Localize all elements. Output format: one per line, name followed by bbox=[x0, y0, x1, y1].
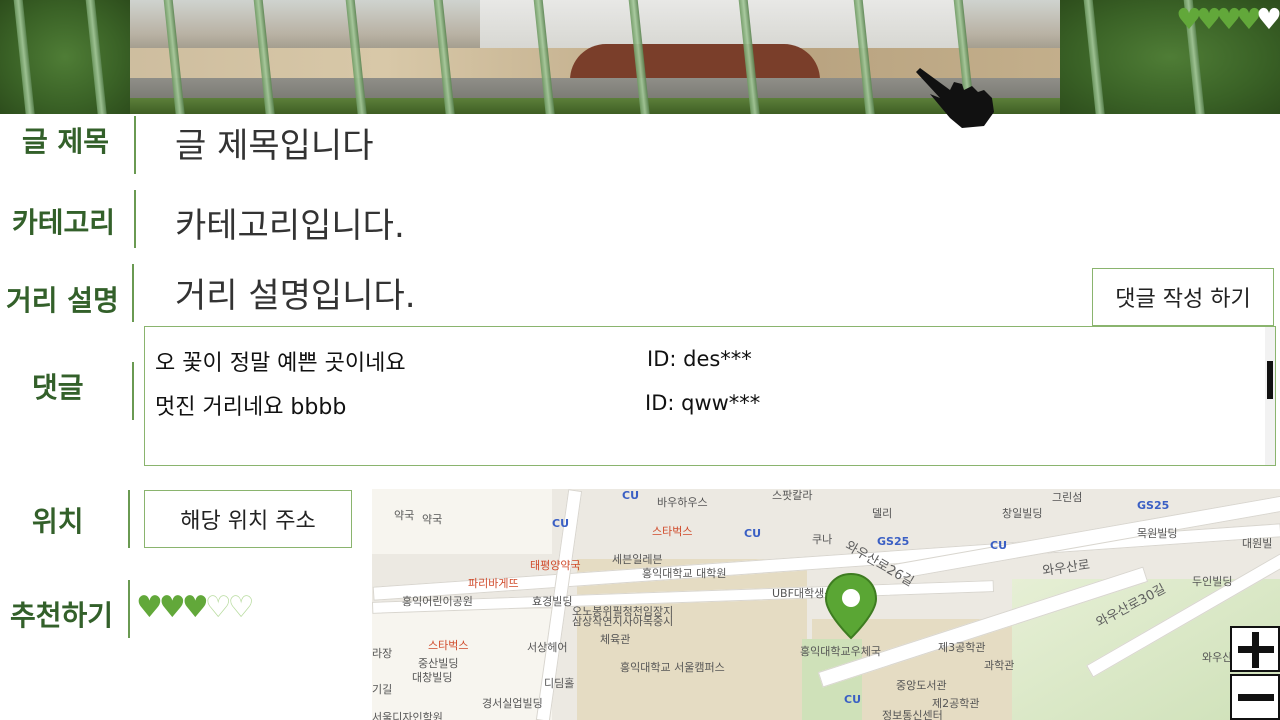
location-pin-icon bbox=[824, 572, 878, 640]
recommend-label: 추천하기 bbox=[10, 599, 114, 632]
heart-filled-icon[interactable]: ♥ bbox=[1196, 2, 1222, 36]
map-label: 제3공학관 bbox=[938, 641, 986, 654]
favorite-hearts[interactable]: ♥♥♥♥♥ bbox=[1176, 2, 1280, 36]
banner-door bbox=[570, 44, 820, 80]
map-label: 델리 bbox=[872, 507, 893, 520]
comments-label: 댓글 bbox=[32, 371, 84, 404]
map-label: CU bbox=[844, 693, 862, 706]
map-label: 와우산 bbox=[1202, 651, 1233, 664]
recommend-divider bbox=[128, 580, 130, 638]
map-label: 바우하우스 bbox=[657, 496, 708, 509]
map-label: CU bbox=[744, 527, 762, 540]
heart-filled-icon[interactable]: ♥ bbox=[1176, 2, 1202, 36]
map-label: 홍익대학교 서울캠퍼스 bbox=[620, 661, 725, 674]
map-label: 경서실업빌딩 bbox=[482, 697, 543, 710]
description-divider bbox=[132, 264, 134, 322]
map-label: 대창빌딩 bbox=[412, 671, 453, 684]
map-label: 홍익어린이공원 bbox=[402, 595, 473, 608]
title-value: 글 제목입니다 bbox=[175, 126, 374, 166]
map-label: CU bbox=[552, 517, 570, 530]
map-label: 스타벅스 bbox=[428, 639, 469, 652]
heart-empty-icon[interactable]: ♥ bbox=[1256, 2, 1280, 36]
map-label: 약국 bbox=[394, 509, 415, 522]
map-label: 정보통신센터 bbox=[882, 709, 943, 720]
category-value: 카테고리입니다. bbox=[175, 206, 405, 246]
comment-text: 오 꽃이 정말 예쁜 곳이네요 bbox=[155, 351, 406, 376]
location-label: 위치 bbox=[32, 505, 84, 538]
map-label: 중앙도서관 bbox=[896, 679, 947, 692]
comments-divider bbox=[132, 362, 134, 420]
header-banner-image: ♥♥♥♥♥ bbox=[0, 0, 1280, 114]
recommend-hearts[interactable]: ♥♥♥♡♡ bbox=[136, 590, 255, 625]
address-button[interactable]: 해당 위치 주소 bbox=[144, 490, 352, 548]
heart-filled-icon[interactable]: ♥ bbox=[159, 590, 186, 625]
map-label: GS25 bbox=[877, 535, 910, 548]
comments-list[interactable]: 오 꽃이 정말 예쁜 곳이네요 ID: des*** 멋진 거리네요 bbbb … bbox=[144, 326, 1276, 466]
heart-filled-icon[interactable]: ♥ bbox=[1236, 2, 1262, 36]
map-label: 약국 bbox=[422, 513, 443, 526]
comments-scroll-thumb[interactable] bbox=[1267, 361, 1273, 399]
map-label: CU bbox=[990, 539, 1008, 552]
map-label: 파리바게뜨 bbox=[468, 577, 519, 590]
comment-text: 멋진 거리네요 bbbb bbox=[155, 395, 347, 420]
map-label: 스팟칼라 bbox=[772, 489, 813, 502]
map-label: 홍익대학교우체국 bbox=[800, 645, 881, 658]
location-divider bbox=[128, 490, 130, 548]
heart-filled-icon[interactable]: ♥ bbox=[136, 590, 163, 625]
title-label: 글 제목 bbox=[22, 125, 110, 158]
map-label: 라장 bbox=[372, 647, 393, 660]
plus-icon-vertical bbox=[1252, 632, 1259, 668]
map-label: 삼상작연지사아목중시 bbox=[572, 615, 674, 628]
map-label: 서상헤어 bbox=[527, 641, 568, 654]
category-label: 카테고리 bbox=[12, 206, 116, 239]
description-value: 거리 설명입니다. bbox=[175, 276, 416, 316]
heart-outline-icon[interactable]: ♡ bbox=[228, 590, 255, 625]
heart-filled-icon[interactable]: ♥ bbox=[182, 590, 209, 625]
pointing-hand-icon bbox=[916, 68, 994, 128]
map-label: 태평양약국 bbox=[530, 559, 581, 572]
category-divider bbox=[134, 190, 136, 248]
heart-filled-icon[interactable]: ♥ bbox=[1216, 2, 1242, 36]
zoom-in-button[interactable] bbox=[1230, 626, 1280, 672]
map-label: 두인빌딩 bbox=[1192, 575, 1233, 588]
title-divider bbox=[134, 116, 136, 174]
map-label: CU bbox=[622, 489, 640, 502]
map-label: 홍익대학교 대학원 bbox=[642, 567, 727, 580]
heart-outline-icon[interactable]: ♡ bbox=[205, 590, 232, 625]
map-label: 목원빌딩 bbox=[1137, 527, 1178, 540]
map-label: 디딤홀 bbox=[544, 677, 575, 690]
comments-scrollbar[interactable] bbox=[1265, 327, 1275, 465]
minus-icon bbox=[1238, 694, 1274, 701]
write-comment-button[interactable]: 댓글 작성 하기 bbox=[1092, 268, 1274, 326]
map-label: 창일빌딩 bbox=[1002, 507, 1043, 520]
map-label: 효경빌딩 bbox=[532, 595, 573, 608]
location-map[interactable]: 바우하우스 스팟칼라 그린섬 GS25 CU 스타벅스 델리 창일빌딩 쿠나 G… bbox=[372, 489, 1280, 720]
map-label: 대원빌 bbox=[1242, 537, 1273, 550]
map-label: 그린섬 bbox=[1052, 491, 1083, 504]
description-label: 거리 설명 bbox=[6, 284, 119, 317]
comment-author-id: ID: qww*** bbox=[645, 391, 761, 415]
banner-building bbox=[480, 0, 960, 48]
map-label: 쿠나 bbox=[812, 533, 833, 546]
map-label: 기길 bbox=[372, 683, 393, 696]
comment-author-id: ID: des*** bbox=[647, 347, 752, 371]
map-label: 스타벅스 bbox=[652, 525, 693, 538]
map-label: 체육관 bbox=[600, 633, 631, 646]
map-road-name: 와우산로 bbox=[1041, 557, 1091, 580]
map-label: GS25 bbox=[1137, 499, 1170, 512]
map-label: 서울디자인학원 bbox=[372, 711, 443, 720]
zoom-out-button[interactable] bbox=[1230, 674, 1280, 720]
map-label: 과학관 bbox=[984, 659, 1015, 672]
